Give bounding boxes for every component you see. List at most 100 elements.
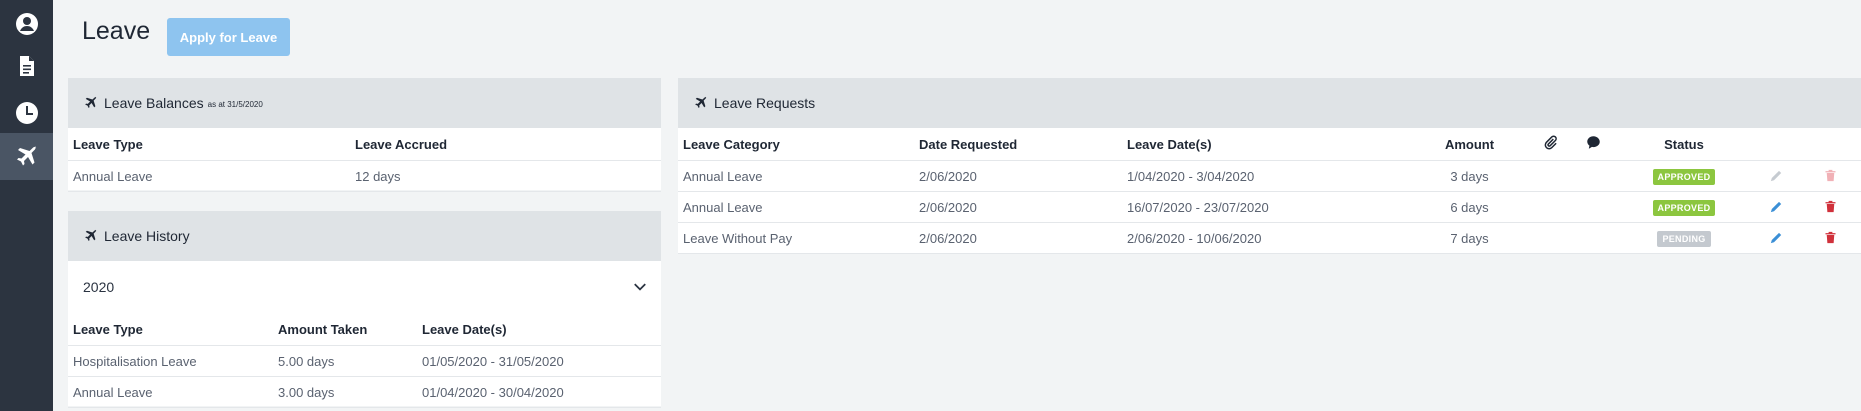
table-row: Annual Leave 2/06/2020 1/04/2020 - 3/04/… (678, 160, 1861, 192)
delete-cell (1799, 160, 1861, 192)
column-header-leave-dates: Leave Date(s) (1122, 128, 1410, 161)
trash-icon (1825, 201, 1835, 213)
table-row: Leave Without Pay 2/06/2020 2/06/2020 - … (678, 222, 1861, 254)
edit-button[interactable] (1768, 230, 1784, 246)
column-header-attachment (1529, 128, 1571, 161)
column-header-category: Leave Category (678, 128, 914, 161)
table-row: Annual Leave 2/06/2020 16/07/2020 - 23/0… (678, 191, 1861, 223)
status-badge: APPROVED (1652, 199, 1716, 216)
delete-button-disabled (1822, 168, 1838, 184)
category-cell: Annual Leave (678, 191, 914, 223)
edit-cell (1753, 160, 1799, 192)
nav-timesheet[interactable] (0, 89, 53, 136)
edit-cell (1753, 222, 1799, 254)
column-header-date-requested: Date Requested (914, 128, 1122, 161)
nav-leave[interactable] (0, 133, 53, 180)
leave-dates-cell: 16/07/2020 - 23/07/2020 (1122, 191, 1410, 223)
table-header-row: Leave Category Date Requested Leave Date… (678, 128, 1861, 161)
delete-cell (1799, 191, 1861, 223)
leave-dates-cell: 1/04/2020 - 3/04/2020 (1122, 160, 1410, 192)
attachment-cell (1529, 160, 1571, 192)
leave-type-cell: Hospitalisation Leave (68, 345, 273, 377)
year-label: 2020 (83, 279, 115, 295)
delete-button[interactable] (1822, 199, 1838, 215)
user-icon (15, 12, 38, 35)
airplane-icon (16, 145, 36, 165)
date-requested-cell: 2/06/2020 (914, 222, 1122, 254)
leave-history-header: Leave History (68, 211, 661, 261)
comment-icon (1586, 136, 1600, 149)
attachment-cell (1529, 191, 1571, 223)
amount-taken-cell: 5.00 days (273, 345, 417, 377)
column-header-edit (1753, 128, 1799, 161)
leave-accrued-cell: 12 days (350, 160, 661, 192)
leave-dates-cell: 01/04/2020 - 30/04/2020 (417, 376, 661, 408)
status-badge: PENDING (1657, 230, 1711, 247)
leave-dates-cell: 2/06/2020 - 10/06/2020 (1122, 222, 1410, 254)
leave-type-cell: Annual Leave (68, 160, 350, 192)
column-header: Leave Type (68, 128, 350, 161)
delete-button[interactable] (1822, 230, 1838, 246)
leave-requests-header: Leave Requests (678, 78, 1861, 128)
amount-cell: 3 days (1410, 160, 1529, 192)
nav-profile[interactable] (0, 0, 53, 47)
column-header: Leave Type (68, 313, 273, 346)
paperclip-icon (1544, 135, 1557, 150)
column-header: Leave Date(s) (417, 313, 661, 346)
trash-icon (1825, 232, 1835, 244)
leave-type-cell: Annual Leave (68, 376, 273, 408)
year-selector[interactable]: 2020 (68, 261, 661, 313)
edit-button[interactable] (1768, 199, 1784, 215)
apply-for-leave-button[interactable]: Apply for Leave (167, 18, 290, 56)
comment-cell (1571, 160, 1615, 192)
category-cell: Leave Without Pay (678, 222, 914, 254)
leave-history-card: Leave History 2020 Leave Type Amount Tak… (68, 211, 661, 408)
airplane-icon (695, 96, 707, 108)
main-content: Leave Apply for Leave Leave Balances as … (53, 0, 1861, 411)
leave-history-table: Leave Type Amount Taken Leave Date(s) Ho… (68, 313, 661, 408)
table-row: Hospitalisation Leave 5.00 days 01/05/20… (68, 345, 661, 377)
column-header-amount: Amount (1410, 128, 1529, 161)
document-icon (19, 55, 34, 76)
amount-taken-cell: 3.00 days (273, 376, 417, 408)
sidebar (0, 0, 53, 411)
leave-balances-header: Leave Balances as at 31/5/2020 (68, 78, 661, 128)
leave-requests-table: Leave Category Date Requested Leave Date… (678, 128, 1861, 254)
column-header-delete (1799, 128, 1861, 161)
table-header-row: Leave Type Leave Accrued (68, 128, 661, 161)
amount-cell: 6 days (1410, 191, 1529, 223)
nav-documents[interactable] (0, 42, 53, 89)
status-cell: PENDING (1615, 222, 1753, 254)
leave-balances-card: Leave Balances as at 31/5/2020 Leave Typ… (68, 78, 661, 192)
status-cell: APPROVED (1615, 191, 1753, 223)
table-row: Annual Leave 3.00 days 01/04/2020 - 30/0… (68, 376, 661, 408)
pencil-icon (1770, 171, 1781, 182)
trash-icon (1825, 170, 1835, 182)
page-title: Leave (82, 17, 151, 45)
leave-balances-subtitle: as at 31/5/2020 (207, 100, 263, 109)
date-requested-cell: 2/06/2020 (914, 160, 1122, 192)
column-header: Amount Taken (273, 313, 417, 346)
delete-cell (1799, 222, 1861, 254)
airplane-icon (85, 96, 97, 108)
column-header: Leave Accrued (350, 128, 661, 161)
status-badge: APPROVED (1652, 168, 1716, 185)
attachment-cell (1529, 222, 1571, 254)
leave-balances-table: Leave Type Leave Accrued Annual Leave 12… (68, 128, 661, 192)
pencil-icon (1770, 202, 1781, 213)
table-header-row: Leave Type Amount Taken Leave Date(s) (68, 313, 661, 346)
leave-requests-card: Leave Requests Leave Category Date Reque… (678, 78, 1861, 254)
leave-history-title: Leave History (104, 228, 190, 244)
chevron-down-icon (634, 283, 646, 291)
clock-icon (15, 101, 38, 124)
edit-cell (1753, 191, 1799, 223)
status-cell: APPROVED (1615, 160, 1753, 192)
leave-dates-cell: 01/05/2020 - 31/05/2020 (417, 345, 661, 377)
comment-cell (1571, 222, 1615, 254)
column-header-status: Status (1615, 128, 1753, 161)
column-header-comments (1571, 128, 1615, 161)
leave-requests-title: Leave Requests (714, 95, 816, 111)
category-cell: Annual Leave (678, 160, 914, 192)
airplane-icon (85, 229, 97, 241)
edit-button-disabled (1768, 168, 1784, 184)
